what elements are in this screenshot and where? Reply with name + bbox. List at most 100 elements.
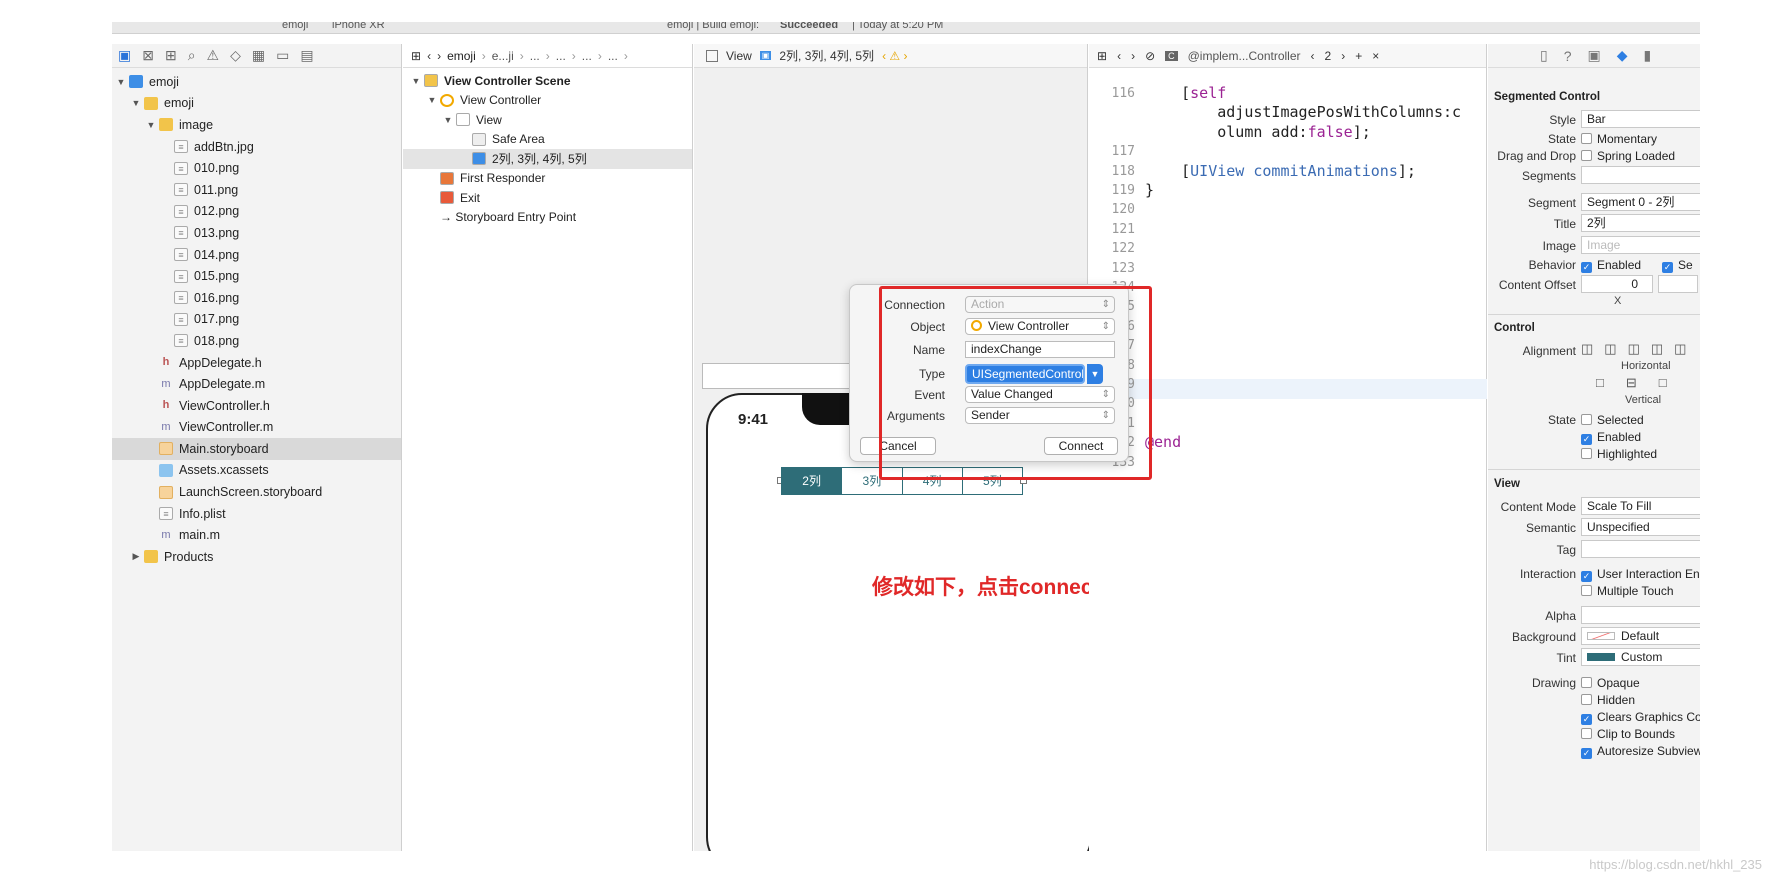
vertical-alignment-buttons[interactable]: □⊟□ xyxy=(1596,375,1689,391)
clears-graphics-checkbox[interactable]: ✓ Clears Graphics Co xyxy=(1581,710,1700,725)
back-icon[interactable]: ‹ xyxy=(427,49,431,63)
breakpoint-icon[interactable]: ▭ xyxy=(276,47,289,64)
momentary-checkbox[interactable]: Momentary xyxy=(1581,132,1657,146)
source-control-icon[interactable]: ⊠ xyxy=(142,47,154,64)
disclosure-icon[interactable]: ▶ xyxy=(131,551,141,562)
file-tree-item[interactable]: ▼ emoji xyxy=(112,71,401,93)
offset-x-field[interactable]: 0 xyxy=(1581,275,1653,293)
forward-icon[interactable]: › xyxy=(1131,49,1135,63)
file-tree-item[interactable]: Assets.xcassets xyxy=(112,460,401,482)
file-tree-item[interactable]: ≡ Info.plist xyxy=(112,503,401,525)
identity-icon[interactable]: ▣ xyxy=(1588,47,1601,64)
next-icon[interactable]: › xyxy=(1341,49,1345,63)
jump-view[interactable]: View xyxy=(726,49,752,63)
back-icon[interactable]: ‹ xyxy=(1117,49,1121,63)
jump-segment[interactable]: 2列, 3列, 4列, 5列 xyxy=(779,47,874,64)
file-tree-item[interactable]: ≡ 012.png xyxy=(112,201,401,223)
file-tree-item[interactable]: ≡ 013.png xyxy=(112,222,401,244)
disclosure-icon[interactable]: ▼ xyxy=(146,120,156,130)
forward-icon[interactable]: › xyxy=(437,49,441,63)
disclosure-icon[interactable]: ▼ xyxy=(411,76,421,86)
jump-bar-item[interactable]: ... xyxy=(608,49,618,63)
horizontal-alignment-buttons[interactable]: ◫◫◫◫◫ xyxy=(1581,341,1697,357)
warning-icon[interactable]: ⚠ xyxy=(207,47,220,64)
file-tree-item[interactable]: ≡ 015.png xyxy=(112,265,401,287)
tint-select[interactable]: Custom xyxy=(1581,648,1700,666)
segment-item[interactable]: 2列 xyxy=(782,468,842,494)
file-tree-item[interactable]: m ViewController.m xyxy=(112,417,401,439)
file-tree-item[interactable]: ≡ 018.png xyxy=(112,330,401,352)
clip-bounds-checkbox[interactable]: Clip to Bounds xyxy=(1581,727,1675,741)
search-icon[interactable]: ⌕ xyxy=(188,47,196,64)
outline-item[interactable]: ▼ View Controller xyxy=(403,91,692,111)
second-behavior-checkbox[interactable]: ✓ Se xyxy=(1662,258,1693,273)
background-select[interactable]: Default xyxy=(1581,627,1700,645)
file-tree-item[interactable]: ▼ image xyxy=(112,114,401,136)
file-tree-item[interactable]: Main.storyboard xyxy=(112,438,401,460)
file-tree-item[interactable]: LaunchScreen.storyboard xyxy=(112,481,401,503)
file-tree-item[interactable]: h AppDelegate.h xyxy=(112,352,401,374)
report-icon[interactable]: ▤ xyxy=(300,47,313,64)
folder-icon[interactable]: ▣ xyxy=(118,47,131,64)
jump-bar-item[interactable]: e...ji xyxy=(492,49,514,63)
enabled-checkbox[interactable]: ✓ Enabled xyxy=(1581,258,1641,273)
symbol-icon[interactable]: ⊞ xyxy=(165,47,177,64)
outline-item[interactable]: First Responder xyxy=(403,169,692,189)
hidden-checkbox[interactable]: Hidden xyxy=(1581,693,1635,707)
grid-icon[interactable]: ⊞ xyxy=(1097,49,1107,63)
image-field[interactable]: Image xyxy=(1581,236,1700,254)
jump-bar-item[interactable]: ... xyxy=(530,49,540,63)
multiple-touch-checkbox[interactable]: Multiple Touch xyxy=(1581,584,1674,598)
disclosure-icon[interactable]: ▼ xyxy=(443,115,453,125)
outline-item[interactable]: ▼ View xyxy=(403,110,692,130)
selected-checkbox[interactable]: Selected xyxy=(1581,413,1644,427)
segment-select[interactable]: Segment 0 - 2列 xyxy=(1581,193,1700,211)
user-interaction-checkbox[interactable]: ✓ User Interaction En xyxy=(1581,567,1700,582)
spring-loaded-checkbox[interactable]: Spring Loaded xyxy=(1581,149,1675,163)
jump-file[interactable]: @implem...Controller xyxy=(1188,49,1301,63)
warning-icon[interactable]: ‹ ⚠ › xyxy=(882,49,907,63)
tag-field[interactable] xyxy=(1581,540,1700,558)
file-tree-item[interactable]: m main.m xyxy=(112,524,401,546)
file-tree-item[interactable]: m AppDelegate.m xyxy=(112,373,401,395)
file-tree-item[interactable]: ≡ 014.png xyxy=(112,244,401,266)
disclosure-icon[interactable]: ▼ xyxy=(116,77,126,87)
alpha-field[interactable] xyxy=(1581,606,1700,624)
file-tree-item[interactable]: ≡ 011.png xyxy=(112,179,401,201)
file-inspector-icon[interactable]: ▯ xyxy=(1540,47,1548,64)
size-icon[interactable]: ▮ xyxy=(1644,47,1652,64)
content-mode-select[interactable]: Scale To Fill xyxy=(1581,497,1700,515)
style-select[interactable]: Bar xyxy=(1581,110,1700,128)
offset-y-field[interactable] xyxy=(1658,275,1698,293)
segments-stepper[interactable] xyxy=(1581,166,1700,184)
enabled-state-checkbox[interactable]: ✓ Enabled xyxy=(1581,430,1641,445)
attributes-icon[interactable]: ◆ xyxy=(1617,47,1628,64)
outline-item[interactable]: Exit xyxy=(403,188,692,208)
file-tree-item[interactable]: ▼ emoji xyxy=(112,93,401,115)
file-tree-item[interactable]: ≡ 017.png xyxy=(112,309,401,331)
autoresize-checkbox[interactable]: ✓ Autoresize Subview xyxy=(1581,744,1700,759)
file-tree-item[interactable]: h ViewController.h xyxy=(112,395,401,417)
file-tree-item[interactable]: ≡ 010.png xyxy=(112,157,401,179)
debug-icon[interactable]: ▦ xyxy=(252,47,265,64)
highlighted-checkbox[interactable]: Highlighted xyxy=(1581,447,1657,461)
outline-item[interactable]: Safe Area xyxy=(403,130,692,150)
outline-item[interactable]: ▼ View Controller Scene xyxy=(403,71,692,91)
file-tree-item[interactable]: ≡ 016.png xyxy=(112,287,401,309)
help-icon[interactable]: ? xyxy=(1564,48,1572,64)
test-icon[interactable]: ◇ xyxy=(230,47,241,64)
disclosure-icon[interactable]: ▼ xyxy=(427,95,437,105)
grid-icon[interactable]: ⊞ xyxy=(411,49,421,63)
close-editor-icon[interactable]: × xyxy=(1372,49,1379,63)
jump-bar-item[interactable]: emoji xyxy=(447,49,476,63)
related-icon[interactable]: ⊘ xyxy=(1145,49,1155,63)
file-tree-item[interactable]: ▶ Products xyxy=(112,546,401,568)
opaque-checkbox[interactable]: Opaque xyxy=(1581,676,1640,690)
prev-icon[interactable]: ‹ xyxy=(1311,49,1315,63)
add-editor-icon[interactable]: + xyxy=(1355,49,1362,63)
jump-bar-item[interactable]: ... xyxy=(556,49,566,63)
jump-bar-item[interactable]: ... xyxy=(582,49,592,63)
semantic-select[interactable]: Unspecified xyxy=(1581,518,1700,536)
scheme-label[interactable]: emoji xyxy=(282,22,308,31)
title-field[interactable]: 2列 xyxy=(1581,214,1700,232)
